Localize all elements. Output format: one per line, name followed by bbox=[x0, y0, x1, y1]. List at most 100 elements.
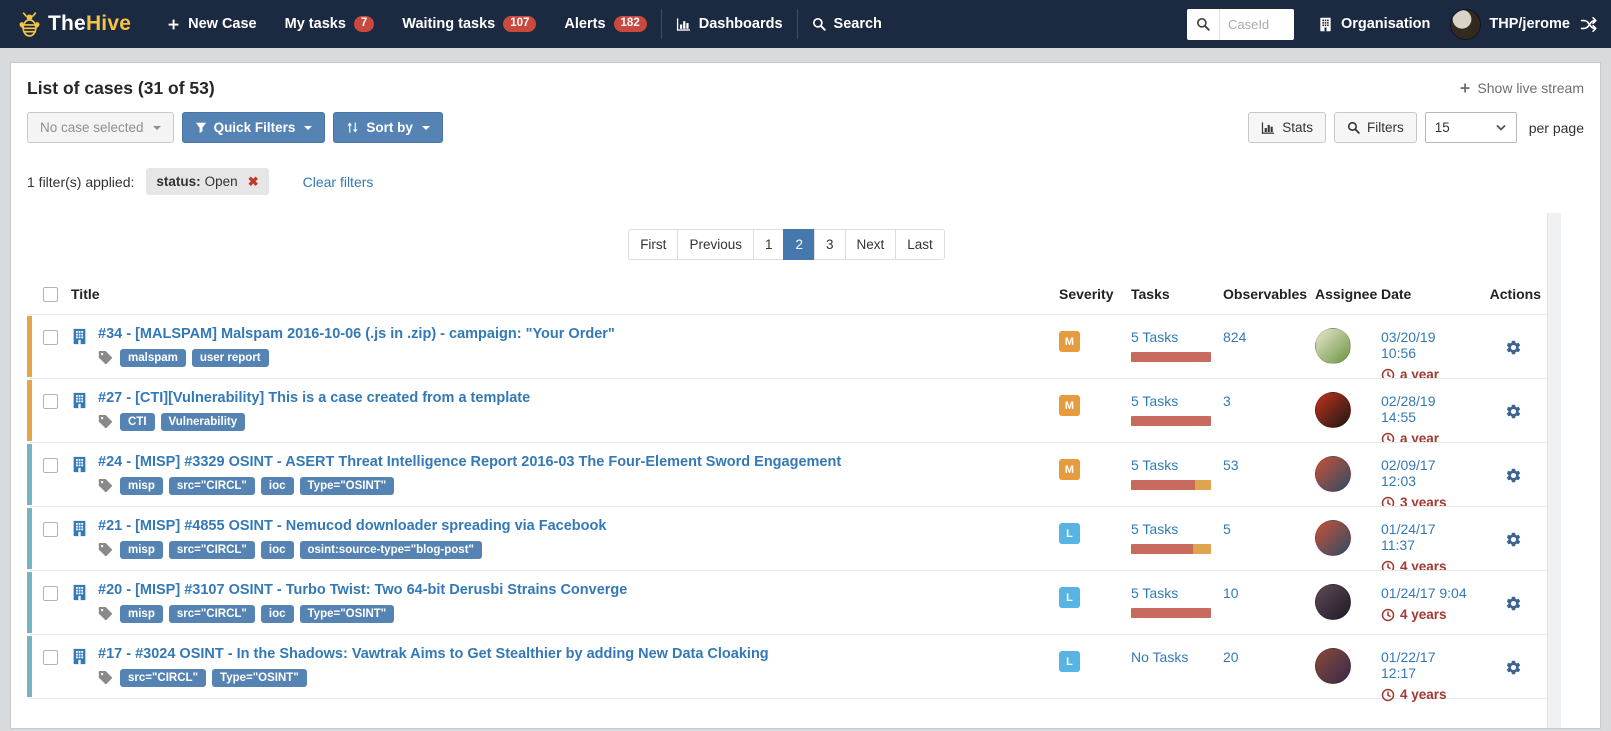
pagination-item-2[interactable]: 2 bbox=[783, 229, 815, 260]
tasks-link[interactable]: 5 Tasks bbox=[1131, 521, 1178, 537]
pagination-item-next[interactable]: Next bbox=[845, 229, 897, 260]
nav-search[interactable]: Search bbox=[798, 0, 896, 48]
tag[interactable]: misp bbox=[120, 541, 163, 559]
tag[interactable]: Type="OSINT" bbox=[300, 477, 395, 495]
tag[interactable]: src="CIRCL" bbox=[169, 541, 255, 559]
scrollbar[interactable] bbox=[1547, 213, 1561, 728]
pagination-item-previous[interactable]: Previous bbox=[677, 229, 754, 260]
row-checkbox[interactable] bbox=[43, 458, 58, 473]
observables-link[interactable]: 3 bbox=[1223, 393, 1231, 409]
assignee-avatar[interactable] bbox=[1315, 456, 1351, 492]
my-tasks-label: My tasks bbox=[285, 16, 346, 32]
nav-waiting-tasks[interactable]: Waiting tasks 107 bbox=[388, 0, 550, 48]
row-checkbox[interactable] bbox=[43, 586, 58, 601]
actions-gear-icon[interactable] bbox=[1505, 467, 1522, 510]
assignee-avatar[interactable] bbox=[1315, 328, 1351, 364]
actions-gear-icon[interactable] bbox=[1505, 403, 1522, 446]
tag[interactable]: Type="OSINT" bbox=[300, 605, 395, 623]
nav-organisation[interactable]: Organisation bbox=[1308, 0, 1440, 48]
row-checkbox[interactable] bbox=[43, 330, 58, 345]
tag[interactable]: src="CIRCL" bbox=[169, 477, 255, 495]
observables-link[interactable]: 5 bbox=[1223, 521, 1231, 537]
case-date-link[interactable]: 01/24/17 11:37 bbox=[1381, 521, 1436, 553]
case-selection-dropdown[interactable]: No case selected bbox=[27, 112, 174, 143]
observables-link[interactable]: 824 bbox=[1223, 329, 1246, 345]
tag[interactable]: misp bbox=[120, 477, 163, 495]
tag[interactable]: CTI bbox=[120, 413, 155, 431]
case-title-link[interactable]: #17 - #3024 OSINT - In the Shadows: Vawt… bbox=[98, 646, 769, 662]
table-row: #17 - #3024 OSINT - In the Shadows: Vawt… bbox=[27, 634, 1547, 698]
pagination-item-last[interactable]: Last bbox=[895, 229, 945, 260]
select-all-checkbox[interactable] bbox=[43, 287, 58, 302]
case-date-link[interactable]: 02/09/17 12:03 bbox=[1381, 457, 1436, 489]
clear-filters-link[interactable]: Clear filters bbox=[303, 174, 374, 190]
tasks-link[interactable]: 5 Tasks bbox=[1131, 393, 1178, 409]
case-date-link[interactable]: 02/28/19 14:55 bbox=[1381, 393, 1436, 425]
caret-down-icon bbox=[304, 126, 312, 130]
case-title-link[interactable]: #34 - [MALSPAM] Malspam 2016-10-06 (.js … bbox=[98, 326, 615, 342]
pagination-item-1[interactable]: 1 bbox=[753, 229, 785, 260]
case-id-input[interactable] bbox=[1220, 10, 1294, 39]
case-age: 4 years bbox=[1381, 607, 1467, 622]
nav-my-tasks[interactable]: My tasks 7 bbox=[271, 0, 389, 48]
case-date-link[interactable]: 01/22/17 12:17 bbox=[1381, 649, 1436, 681]
assignee-avatar[interactable] bbox=[1315, 392, 1351, 428]
assignee-avatar[interactable] bbox=[1315, 584, 1351, 620]
case-title-link[interactable]: #24 - [MISP] #3329 OSINT - ASERT Threat … bbox=[98, 454, 841, 470]
tasks-link[interactable]: 5 Tasks bbox=[1131, 329, 1178, 345]
tag[interactable]: ioc bbox=[261, 477, 294, 495]
remove-filter-icon[interactable]: ✖ bbox=[248, 175, 259, 188]
tag[interactable]: malspam bbox=[120, 349, 186, 367]
case-age: 4 years bbox=[1381, 687, 1467, 702]
assignee-avatar[interactable] bbox=[1315, 648, 1351, 684]
actions-gear-icon[interactable] bbox=[1505, 339, 1522, 382]
pagination-item-3[interactable]: 3 bbox=[814, 229, 846, 260]
switch-organisation-icon[interactable] bbox=[1580, 15, 1599, 34]
observables-link[interactable]: 20 bbox=[1223, 649, 1239, 665]
funnel-icon bbox=[195, 122, 207, 134]
filters-button[interactable]: Filters bbox=[1334, 112, 1417, 143]
tasks-link[interactable]: 5 Tasks bbox=[1131, 585, 1178, 601]
actions-gear-icon[interactable] bbox=[1505, 595, 1522, 634]
tag[interactable]: Type="OSINT" bbox=[212, 669, 307, 687]
nav-user-menu[interactable]: THP/jerome bbox=[1442, 0, 1578, 48]
pagination-item-first[interactable]: First bbox=[628, 229, 678, 260]
tag[interactable]: ioc bbox=[261, 541, 294, 559]
case-icon bbox=[71, 520, 88, 574]
row-checkbox[interactable] bbox=[43, 522, 58, 537]
assignee-avatar[interactable] bbox=[1315, 520, 1351, 556]
brand-logo[interactable]: TheHive bbox=[16, 11, 131, 38]
case-search-button[interactable] bbox=[1187, 9, 1220, 40]
observables-link[interactable]: 10 bbox=[1223, 585, 1239, 601]
actions-gear-icon[interactable] bbox=[1505, 659, 1522, 702]
case-date-link[interactable]: 01/24/17 9:04 bbox=[1381, 585, 1467, 601]
quick-filters-dropdown[interactable]: Quick Filters bbox=[182, 112, 326, 143]
tag[interactable]: user report bbox=[192, 349, 269, 367]
tag[interactable]: osint:source-type="blog-post" bbox=[300, 541, 482, 559]
nav-alerts[interactable]: Alerts 182 bbox=[550, 0, 660, 48]
severity-strip bbox=[27, 380, 32, 441]
case-title-link[interactable]: #27 - [CTI][Vulnerability] This is a cas… bbox=[98, 390, 530, 406]
tag[interactable]: src="CIRCL" bbox=[120, 669, 206, 687]
nav-dashboards[interactable]: Dashboards bbox=[662, 0, 797, 48]
search-label: Search bbox=[834, 16, 882, 32]
per-page-select[interactable]: 15 bbox=[1425, 112, 1517, 143]
tag[interactable]: Vulnerability bbox=[161, 413, 246, 431]
case-title-link[interactable]: #20 - [MISP] #3107 OSINT - Turbo Twist: … bbox=[98, 582, 627, 598]
case-title-link[interactable]: #21 - [MISP] #4855 OSINT - Nemucod downl… bbox=[98, 518, 606, 534]
stats-button[interactable]: Stats bbox=[1248, 112, 1326, 143]
show-live-stream-button[interactable]: Show live stream bbox=[1459, 80, 1584, 96]
tasks-link[interactable]: 5 Tasks bbox=[1131, 457, 1178, 473]
actions-gear-icon[interactable] bbox=[1505, 531, 1522, 574]
tag[interactable]: src="CIRCL" bbox=[169, 605, 255, 623]
tag[interactable]: ioc bbox=[261, 605, 294, 623]
sort-by-dropdown[interactable]: Sort by bbox=[333, 112, 443, 143]
new-case-label: New Case bbox=[188, 16, 257, 32]
nav-new-case[interactable]: New Case bbox=[153, 0, 271, 48]
observables-link[interactable]: 53 bbox=[1223, 457, 1239, 473]
tag[interactable]: misp bbox=[120, 605, 163, 623]
tasks-link[interactable]: No Tasks bbox=[1131, 649, 1188, 665]
row-checkbox[interactable] bbox=[43, 650, 58, 665]
row-checkbox[interactable] bbox=[43, 394, 58, 409]
case-date-link[interactable]: 03/20/19 10:56 bbox=[1381, 329, 1436, 361]
